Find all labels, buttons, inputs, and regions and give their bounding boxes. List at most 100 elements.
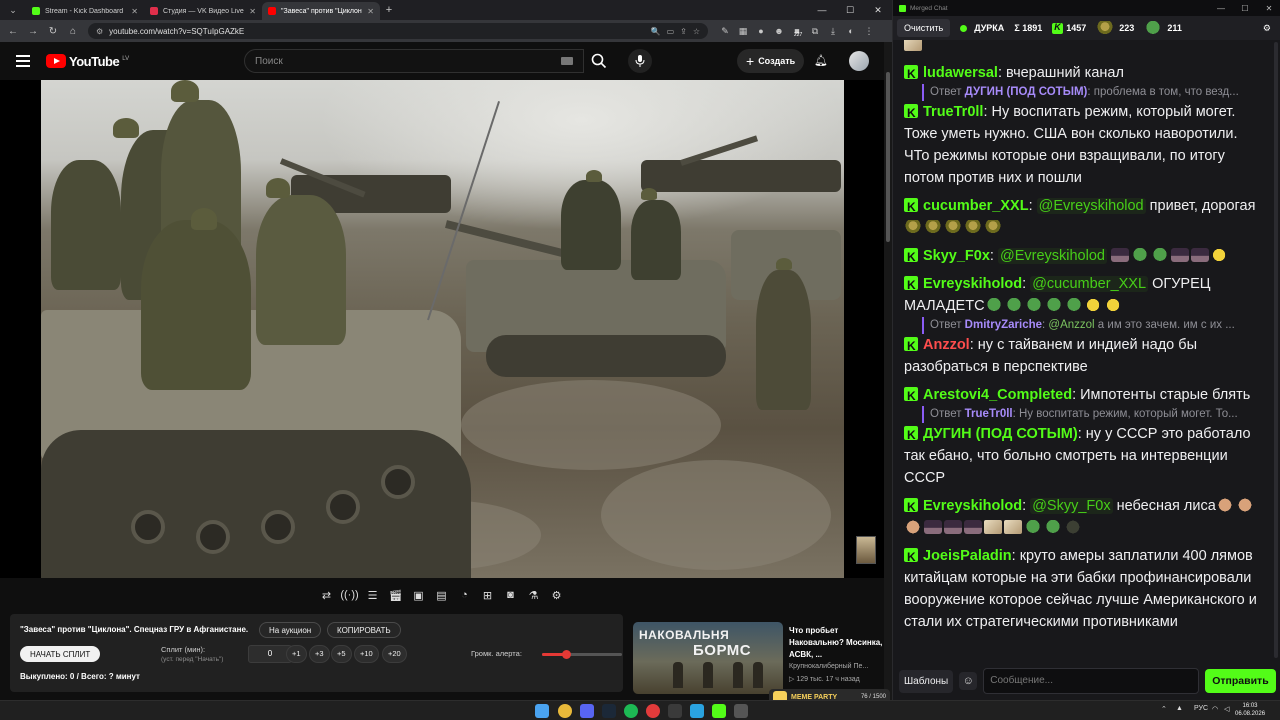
spotify-icon[interactable]: [624, 704, 638, 718]
obs-icon[interactable]: [668, 704, 682, 718]
copy-button[interactable]: КОПИРОВАТЬ: [327, 622, 401, 638]
share-icon[interactable]: ⇪: [680, 27, 687, 36]
tab-youtube-video[interactable]: "Завеса" против "Циклона". Сп... ✕: [262, 2, 380, 20]
reply-reference[interactable]: Ответ TrueTr0ll: Ну воспитать режим, кот…: [922, 406, 1271, 423]
youtube-logo[interactable]: YouTube LV: [46, 54, 129, 69]
download-icon[interactable]: ⤓: [826, 24, 840, 38]
close-tab-icon[interactable]: ✕: [367, 7, 374, 16]
forward-icon[interactable]: →: [24, 22, 42, 40]
increment-3-button[interactable]: +3: [309, 645, 330, 663]
cast-icon[interactable]: ▭: [667, 27, 675, 36]
clock[interactable]: 16:03 06.08.2026: [1235, 702, 1265, 718]
minimize-icon[interactable]: —: [1209, 4, 1233, 13]
create-button[interactable]: + Создать: [737, 49, 805, 73]
extension-face-icon[interactable]: ☻: [772, 24, 786, 38]
chat-username[interactable]: Evreyskiholod: [923, 498, 1022, 514]
increment-1-button[interactable]: +1: [286, 645, 307, 663]
flask-icon[interactable]: ⚗: [525, 587, 542, 604]
kick-app-icon[interactable]: [712, 704, 726, 718]
tab-vk-studio[interactable]: Студия — VK Видео Live ✕: [144, 2, 262, 20]
video-player[interactable]: [0, 80, 884, 578]
telegram-icon[interactable]: [690, 704, 704, 718]
send-button[interactable]: Отправить: [1205, 669, 1276, 693]
extension-grid-icon[interactable]: ▦: [736, 24, 750, 38]
mini-thumbnail[interactable]: [856, 536, 876, 564]
chat-mention[interactable]: @Skyy_F0x: [1030, 498, 1113, 514]
chat-username[interactable]: JoeisPaladin: [923, 548, 1012, 564]
chat-mention[interactable]: @Evreyskiholod: [997, 248, 1107, 264]
chat-username[interactable]: Evreyskiholod: [923, 276, 1022, 292]
maximize-icon[interactable]: ☐: [1233, 4, 1257, 13]
avatar[interactable]: [849, 51, 869, 71]
playlist-settings-icon[interactable]: ☰: [364, 587, 381, 604]
zoom-icon[interactable]: 🔍: [651, 27, 661, 36]
menu-kebab-icon[interactable]: ⋮: [862, 24, 876, 38]
app-icon[interactable]: [734, 704, 748, 718]
chat-username[interactable]: cucumber_XXL: [923, 198, 1029, 214]
language-indicator[interactable]: РУС: [1194, 705, 1208, 712]
chat-username[interactable]: Arestovi4_Completed: [923, 387, 1072, 403]
reply-reference[interactable]: Ответ DmitryZariche: @Anzzol а им это за…: [922, 317, 1271, 334]
close-window-icon[interactable]: ✕: [1257, 4, 1280, 13]
recorder-icon[interactable]: [646, 704, 660, 718]
chat-settings-icon[interactable]: ⚙: [1263, 23, 1271, 34]
wifi-icon[interactable]: ◠: [1212, 705, 1218, 713]
camera-icon[interactable]: ◙: [502, 587, 519, 604]
site-info-icon[interactable]: ⚙: [96, 27, 103, 36]
filmstrip-icon[interactable]: ▤: [433, 587, 450, 604]
chrome-icon[interactable]: [558, 704, 572, 718]
extensions-icon[interactable]: ⧉: [808, 24, 822, 38]
address-bar[interactable]: ⚙ youtube.com/watch?v=SQTuIpGAZkE 🔍 ▭ ⇪ …: [88, 23, 708, 39]
search-button[interactable]: [584, 49, 614, 73]
tab-kick-dashboard[interactable]: Stream - Kick Dashboard ✕: [26, 2, 144, 20]
tray-chevron-icon[interactable]: ⌃: [1161, 705, 1167, 713]
speedometer-icon[interactable]: ◔: [456, 587, 473, 604]
slider-handle[interactable]: [562, 650, 571, 659]
extension-badge-icon[interactable]: ■ 227: [790, 24, 804, 38]
chat-username[interactable]: ДУГИН (ПОД СОТЫМ): [923, 426, 1078, 442]
minimize-icon[interactable]: —: [808, 5, 836, 16]
reply-reference[interactable]: Ответ ДУГИН (ПОД СОТЫМ): проблема в том,…: [922, 84, 1271, 101]
clapper-icon[interactable]: 🎬︎: [387, 587, 404, 604]
recommended-title[interactable]: Что пробьет Наковальню? Мосинка, АСВК, .…: [789, 625, 883, 661]
on-auction-button[interactable]: На аукцион: [259, 622, 322, 638]
start-split-button[interactable]: НАЧАТЬ СПЛИТ: [20, 646, 101, 662]
start-menu-icon[interactable]: [535, 704, 549, 718]
templates-button[interactable]: Шаблоны: [899, 669, 954, 693]
increment-20-button[interactable]: +20: [382, 645, 407, 663]
chat-mention[interactable]: @Evreyskiholod: [1036, 198, 1146, 214]
settings-gear-icon[interactable]: ⚙: [548, 587, 565, 604]
home-icon[interactable]: ⌂: [64, 22, 82, 40]
chat-username[interactable]: Anzzol: [923, 337, 970, 353]
increment-10-button[interactable]: +10: [354, 645, 379, 663]
chat-message-input[interactable]: Сообщение...: [983, 668, 1200, 694]
recommended-channel[interactable]: Крупнокалиберный Пе...: [789, 663, 868, 670]
video-frame[interactable]: [41, 80, 844, 578]
emoji-picker-icon[interactable]: ☺: [959, 672, 978, 690]
clear-chat-button[interactable]: Очистить: [897, 19, 951, 37]
bookmark-star-icon[interactable]: ☆: [693, 27, 700, 36]
extension-puzzle-icon[interactable]: ✎: [718, 24, 732, 38]
close-tab-icon[interactable]: ✕: [131, 7, 138, 16]
alert-volume-slider[interactable]: [542, 650, 622, 659]
increment-5-button[interactable]: +5: [331, 645, 352, 663]
chat-username[interactable]: ludawersal: [923, 65, 998, 81]
chat-username[interactable]: TrueTr0ll: [923, 104, 983, 120]
search-input[interactable]: Поиск: [244, 49, 584, 73]
broadcast-icon[interactable]: ((·)): [340, 587, 358, 604]
keyboard-icon[interactable]: [561, 57, 573, 65]
chat-mention[interactable]: @cucumber_XXL: [1030, 276, 1149, 292]
notifications-bell-icon[interactable]: 🔔︎: [814, 54, 828, 68]
recommended-thumbnail[interactable]: НАКОВАЛЬНЯ БОРМС: [633, 622, 783, 694]
chat-username[interactable]: Skyy_F0x: [923, 248, 990, 264]
recommended-video-card[interactable]: НАКОВАЛЬНЯ БОРМС Что пробьет Наковальню?…: [633, 622, 884, 694]
maximize-icon[interactable]: ☐: [836, 5, 864, 16]
volume-icon[interactable]: ◁: [1224, 705, 1229, 713]
loop-icon[interactable]: ⇄: [318, 587, 335, 604]
extension-circle-icon[interactable]: ●: [754, 24, 768, 38]
back-icon[interactable]: ←: [4, 22, 22, 40]
tray-app-icon[interactable]: ▲: [1176, 705, 1183, 712]
add-box-icon[interactable]: ⊞: [479, 587, 496, 604]
tab-list-icon[interactable]: ⌄: [0, 0, 26, 20]
chat-scrollbar[interactable]: [1271, 40, 1280, 662]
